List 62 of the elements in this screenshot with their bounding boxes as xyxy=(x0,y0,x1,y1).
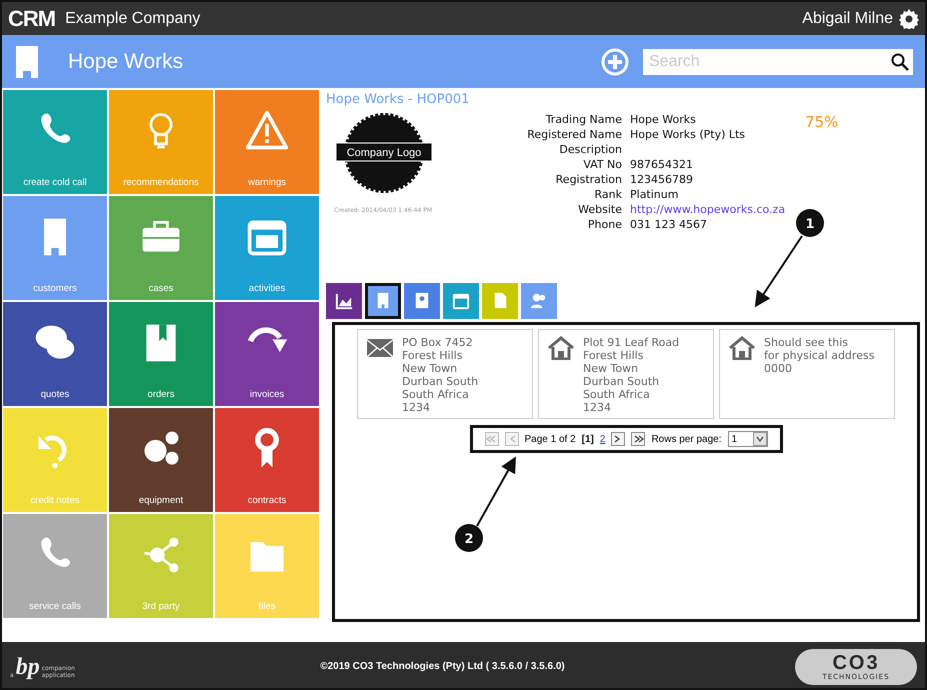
last-page-button[interactable] xyxy=(631,432,646,446)
field-label: VAT No xyxy=(582,158,622,171)
next-page-button[interactable] xyxy=(611,432,626,446)
field-label: Registration xyxy=(554,173,622,186)
add-icon[interactable] xyxy=(601,48,629,76)
callout-badge: 2 xyxy=(455,524,483,552)
house-icon xyxy=(728,336,756,360)
field-value: Hope Works (Pty) Lts xyxy=(630,128,746,141)
address-text: Should see this for physical address 0000 xyxy=(764,336,874,377)
field-value: 123456789 xyxy=(630,173,694,186)
address-text: Plot 91 Leaf Road Forest Hills New Town Durban South South Africa 1234 xyxy=(583,336,680,416)
field-label: Trading Name xyxy=(544,113,622,126)
menu-tile[interactable]: activities xyxy=(215,196,319,300)
company-name: Example Company xyxy=(65,10,200,28)
chart-icon xyxy=(334,291,354,311)
dropdown-caret-icon[interactable] xyxy=(752,432,766,446)
house-icon xyxy=(547,336,575,360)
field-label: Description xyxy=(558,143,622,156)
menu-tile[interactable]: warnings xyxy=(215,90,319,194)
user-name[interactable]: Abigail Milne xyxy=(802,10,893,28)
double-chevron-left-icon xyxy=(486,433,498,445)
rows-dropdown[interactable]: 1 xyxy=(728,431,768,447)
section-tab[interactable] xyxy=(365,283,401,319)
field-value: 987654321 xyxy=(630,158,694,171)
completion-percent: 75% xyxy=(805,113,838,131)
field-label: Rank xyxy=(594,188,622,201)
copyright-text: ©2019 CO3 Technologies (Pty) Ltd ( 3.5.6.0 / 3.5.6.0) xyxy=(319,661,566,672)
rows-label: Rows per page: xyxy=(651,434,722,444)
double-chevron-right-icon xyxy=(632,433,644,445)
page-link[interactable]: [1] xyxy=(582,434,594,444)
callout-badge: 1 xyxy=(796,209,824,237)
menu-tile[interactable]: equipment xyxy=(109,408,213,512)
settings-icon[interactable] xyxy=(899,8,919,28)
field-value: Hope Works xyxy=(630,113,697,126)
field-label: Phone xyxy=(586,218,622,231)
calendar-icon xyxy=(451,291,471,311)
envelope-icon xyxy=(366,336,394,360)
field-label: Website xyxy=(577,203,622,216)
record-heading: Hope Works - HOP001 xyxy=(326,92,470,107)
field-value: Platinum xyxy=(630,188,680,201)
search-icon[interactable] xyxy=(891,52,909,70)
callout-arrow xyxy=(476,456,516,526)
menu-tile[interactable]: customers xyxy=(3,196,107,300)
field-value: 031 123 4567 xyxy=(630,218,708,231)
bp-logo: bp xyxy=(16,654,40,678)
page-link[interactable]: 2 xyxy=(600,434,606,444)
menu-tile[interactable]: orders xyxy=(109,302,213,406)
menu-tile[interactable]: invoices xyxy=(215,302,319,406)
menu-tile[interactable]: quotes xyxy=(3,302,107,406)
menu-tile[interactable]: cases xyxy=(109,196,213,300)
building-icon xyxy=(14,46,40,78)
section-tab[interactable] xyxy=(326,283,362,319)
crm-logo: CRM xyxy=(8,6,56,32)
menu-tile[interactable]: service calls xyxy=(3,514,107,618)
field-label: Registered Name xyxy=(526,128,622,141)
menu-tile[interactable]: contracts xyxy=(215,408,319,512)
menu-tile[interactable]: recommendations xyxy=(109,90,213,194)
website-link[interactable]: http://www.hopeworks.co.za xyxy=(630,203,786,216)
page-summary: Page 1 of 2 xyxy=(524,434,576,444)
page-title: Hope Works xyxy=(68,50,184,74)
address-text: PO Box 7452 Forest Hills New Town Durban South South Africa 1234 xyxy=(402,336,478,416)
menu-tile[interactable]: create cold call xyxy=(3,90,107,194)
